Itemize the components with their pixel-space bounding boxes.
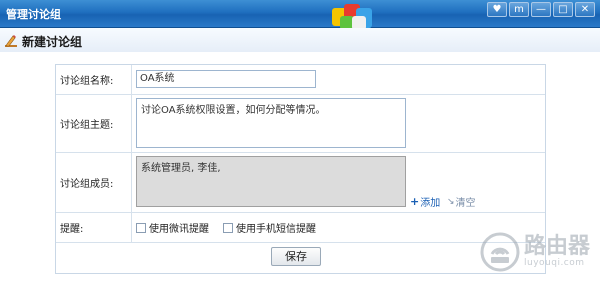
save-button[interactable]: 保存 — [271, 247, 321, 266]
group-members-label: 讨论组成员: — [56, 153, 132, 212]
page-title: 新建讨论组 — [22, 35, 83, 49]
add-members-link[interactable]: + 添加 — [410, 194, 440, 209]
title-bar: 管理讨论组 ♥ m — □ ✕ — [0, 0, 600, 30]
heart-icon[interactable]: ♥ — [487, 2, 507, 17]
wechat-remind-label: 使用微讯提醒 — [149, 224, 209, 235]
watermark: 路由器 luyouqi.com — [480, 232, 590, 272]
form-row-topic: 讨论组主题: 讨论OA系统权限设置，如何分配等情况。 — [56, 95, 545, 153]
clear-members-link[interactable]: ↘ 清空 — [447, 194, 476, 210]
router-logo-icon — [480, 232, 520, 272]
wechat-remind-checkbox[interactable] — [136, 222, 146, 233]
plus-icon: + — [410, 195, 420, 208]
form-row-members: 讨论组成员: 系统管理员, 李佳, + 添加 ↘ 清空 — [56, 153, 545, 213]
clear-arrow-icon: ↘ — [447, 196, 455, 207]
close-icon[interactable]: ✕ — [575, 2, 595, 17]
group-name-label: 讨论组名称: — [56, 65, 132, 94]
group-members-field: 系统管理员, 李佳, — [136, 156, 406, 207]
maximize-icon[interactable]: □ — [553, 2, 573, 17]
group-topic-label: 讨论组主题: — [56, 95, 132, 152]
window-title: 管理讨论组 — [6, 8, 61, 21]
bookmark-icon[interactable]: m — [509, 2, 529, 17]
watermark-main: 路由器 — [523, 234, 590, 259]
form-row-remind: 提醒: 使用微讯提醒 使用手机短信提醒 — [56, 213, 545, 243]
form-row-save: 保存 — [56, 243, 545, 273]
group-name-input[interactable]: OA系统 — [136, 70, 316, 88]
watermark-sub: luyouqi.com — [523, 258, 585, 268]
minimize-icon[interactable]: — — [531, 2, 551, 17]
add-members-label: 添加 — [420, 198, 441, 209]
remind-label: 提醒: — [56, 213, 132, 242]
form-row-name: 讨论组名称: OA系统 — [56, 65, 545, 95]
watermark-text: 路由器 luyouqi.com — [523, 234, 590, 269]
window-controls: ♥ m — □ ✕ — [487, 2, 595, 18]
page-header: 新建讨论组 — [0, 28, 600, 52]
group-name-cell: OA系统 — [133, 65, 545, 94]
clear-members-label: 清空 — [455, 198, 476, 209]
sms-remind-option[interactable]: 使用手机短信提醒 — [223, 213, 316, 242]
wechat-remind-option[interactable]: 使用微讯提醒 — [136, 213, 209, 242]
group-topic-cell: 讨论OA系统权限设置，如何分配等情况。 — [133, 95, 545, 152]
edit-pencil-icon — [5, 35, 17, 47]
sms-remind-label: 使用手机短信提醒 — [236, 224, 316, 235]
new-group-form: 讨论组名称: OA系统 讨论组主题: 讨论OA系统权限设置，如何分配等情况。 讨… — [55, 64, 546, 274]
group-members-cell: 系统管理员, 李佳, + 添加 ↘ 清空 — [133, 153, 545, 212]
sms-remind-checkbox[interactable] — [223, 222, 233, 233]
group-topic-textarea[interactable]: 讨论OA系统权限设置，如何分配等情况。 — [136, 98, 406, 148]
